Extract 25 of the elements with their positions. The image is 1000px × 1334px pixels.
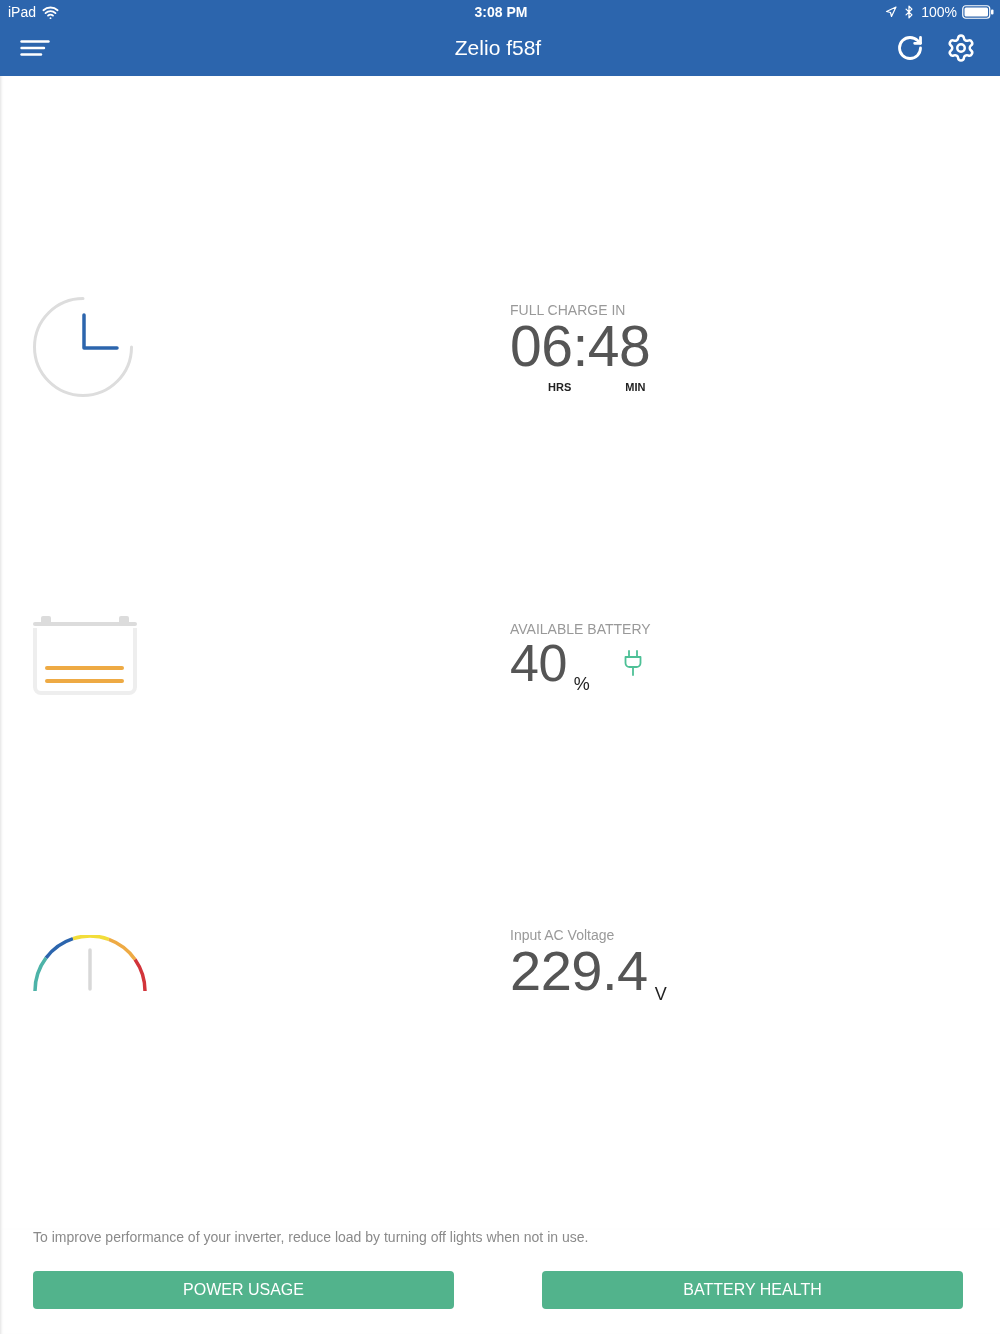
stat-label: Input AC Voltage	[510, 927, 615, 943]
battery-value: 40	[510, 637, 567, 689]
tip-text: To improve performance of your inverter, reduce load by turning off lights when not in use.	[33, 1229, 590, 1246]
stat-label: AVAILABLE BATTERY	[510, 621, 651, 637]
battery-icon	[33, 615, 137, 695]
unit-label: MIN	[625, 380, 646, 393]
settings-icon[interactable]	[946, 33, 976, 63]
device-name: iPad	[8, 4, 37, 20]
action-button[interactable]: POWER USAGE	[33, 1271, 454, 1309]
menu-icon[interactable]	[20, 40, 50, 56]
battery-percentage: 100%	[921, 4, 957, 20]
refresh-icon[interactable]	[896, 34, 924, 62]
gauge-icon	[33, 934, 147, 992]
location-arrow-icon	[885, 6, 898, 18]
unit-label: V	[654, 984, 667, 1005]
clock-time: 3:08 PM	[474, 4, 528, 20]
unit-label: %	[573, 674, 590, 695]
time-value: 06:48	[510, 317, 651, 375]
voltage-value: 229.4	[510, 943, 648, 999]
device-title: Zelio f58f	[454, 36, 542, 60]
battery-icon	[962, 5, 994, 19]
unit-label: HRS	[548, 380, 572, 393]
clock-icon	[33, 297, 133, 397]
action-button[interactable]: BATTERY HEALTH	[542, 1271, 963, 1309]
stat-label: FULL CHARGE IN	[510, 301, 626, 318]
